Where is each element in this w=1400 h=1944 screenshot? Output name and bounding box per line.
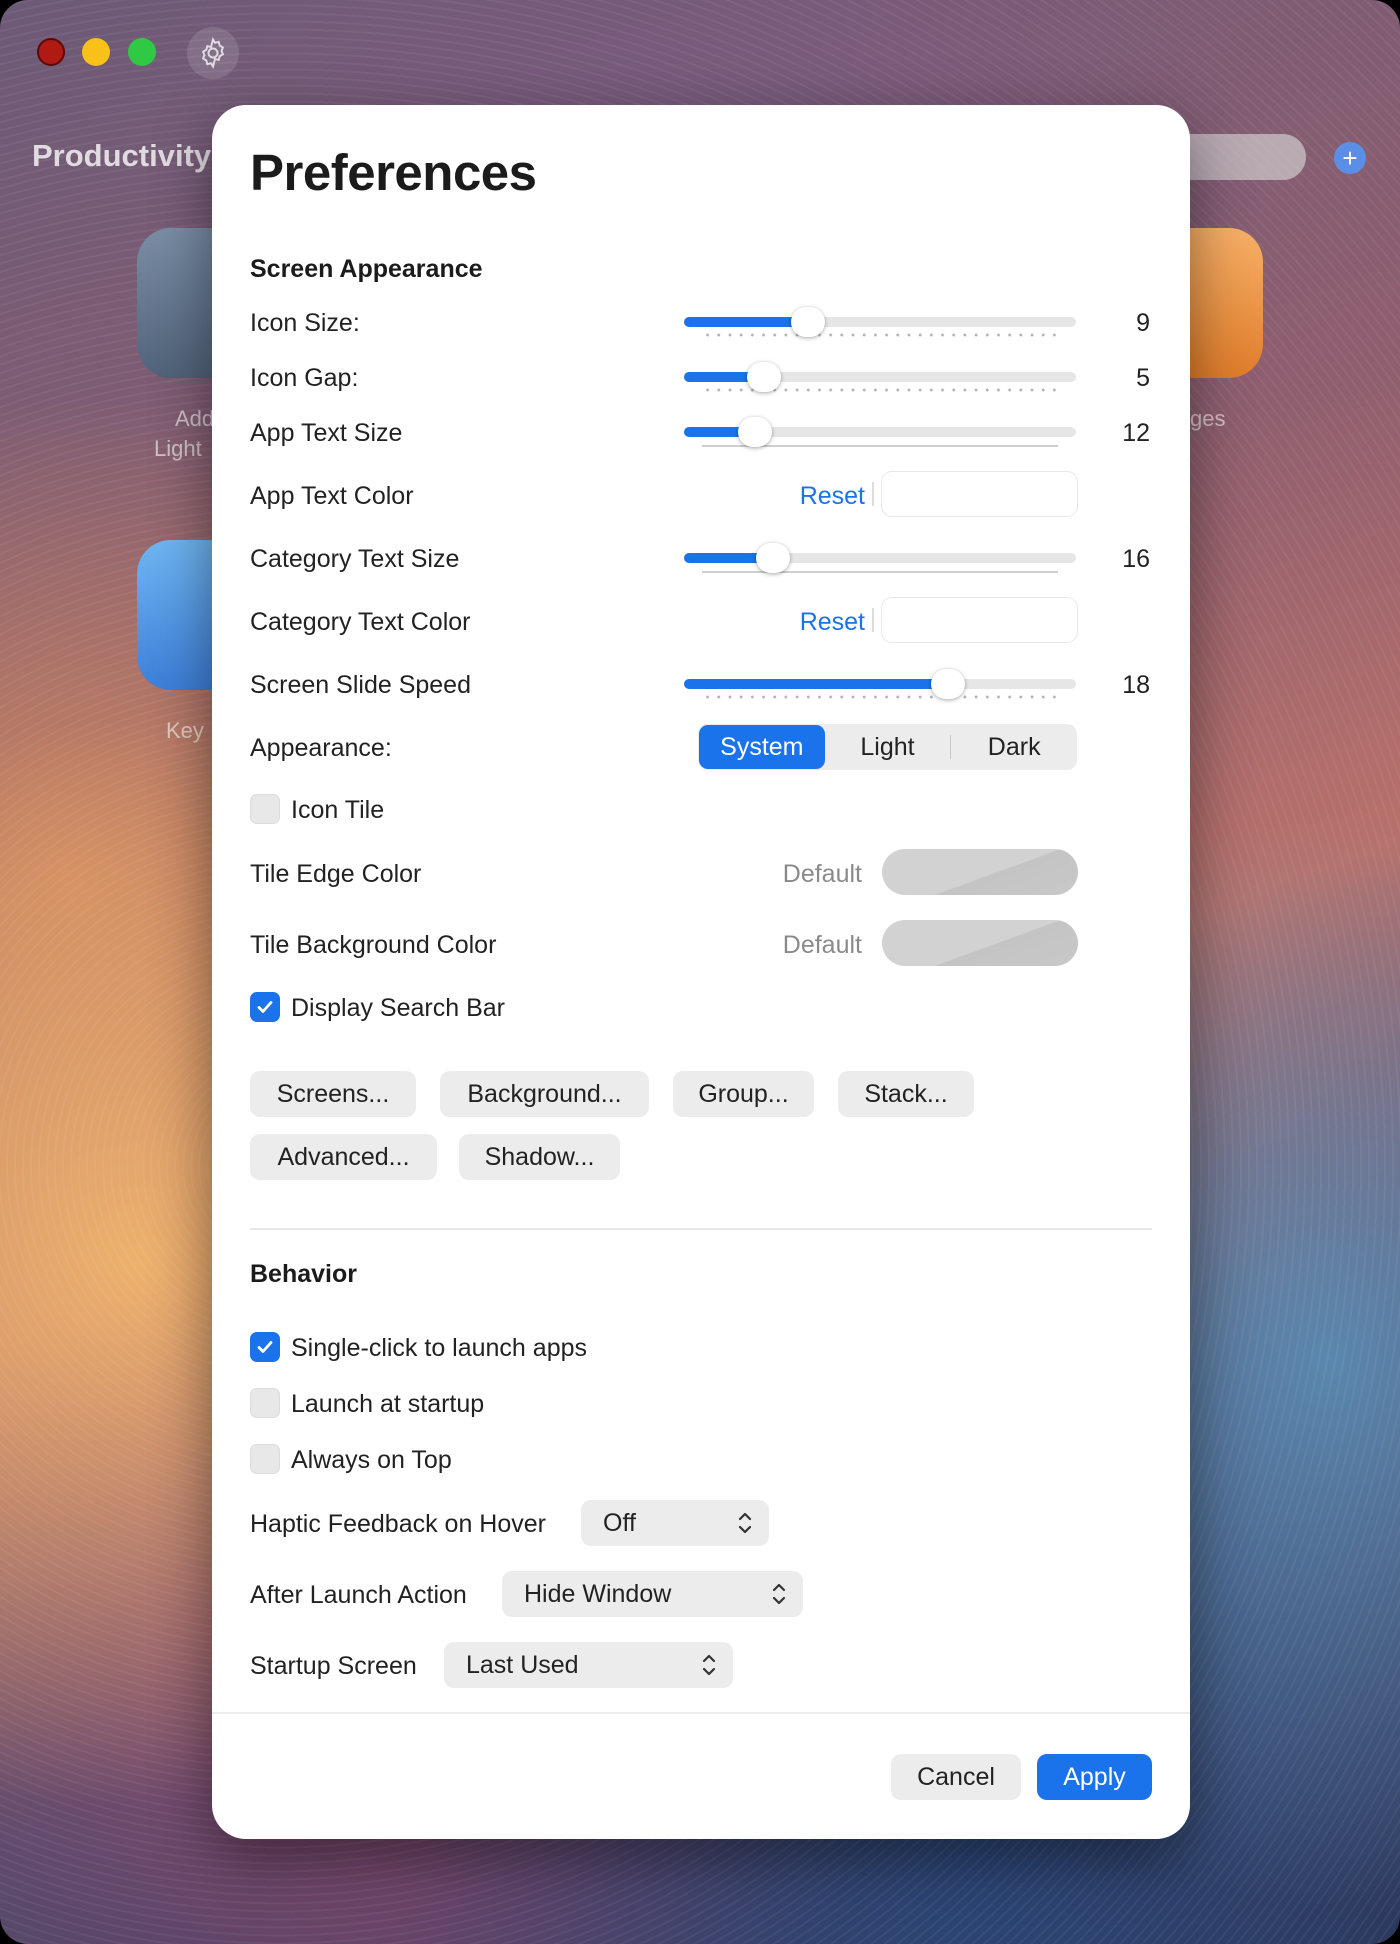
slider-thumb[interactable] bbox=[931, 669, 965, 699]
screen-slide-speed-slider[interactable] bbox=[684, 669, 1076, 701]
appearance-segmented-control[interactable]: System Light Dark bbox=[698, 724, 1077, 770]
app-label-light: Light bbox=[154, 436, 202, 461]
icon-size-slider[interactable] bbox=[684, 307, 1076, 339]
minimize-window-button[interactable] bbox=[82, 38, 110, 66]
startup-screen-value: Last Used bbox=[466, 1650, 579, 1679]
cancel-button[interactable]: Cancel bbox=[891, 1754, 1021, 1800]
apply-button[interactable]: Apply bbox=[1037, 1754, 1152, 1800]
startup-screen-label: Startup Screen bbox=[250, 1652, 417, 1680]
app-text-color-reset-button[interactable]: Reset bbox=[800, 482, 865, 511]
icon-gap-slider[interactable] bbox=[684, 362, 1076, 394]
haptic-feedback-popup[interactable]: Off bbox=[581, 1500, 769, 1546]
settings-button[interactable] bbox=[187, 27, 239, 79]
category-title: Productivity bbox=[32, 138, 212, 173]
launch-at-startup-checkbox[interactable] bbox=[250, 1388, 280, 1418]
footer-divider bbox=[212, 1712, 1190, 1714]
icon-tile-checkbox[interactable] bbox=[250, 794, 280, 824]
sheet-title: Preferences bbox=[250, 144, 537, 201]
appearance-option-system[interactable]: System bbox=[699, 725, 825, 769]
chevron-up-down-icon bbox=[702, 1654, 716, 1676]
tile-edge-color-label: Tile Edge Color bbox=[250, 860, 422, 888]
launch-at-startup-label: Launch at startup bbox=[291, 1390, 485, 1418]
tile-edge-color-well[interactable] bbox=[882, 849, 1078, 895]
category-text-size-slider[interactable] bbox=[684, 543, 1076, 575]
icon-size-label: Icon Size: bbox=[250, 309, 360, 337]
always-on-top-label: Always on Top bbox=[291, 1446, 452, 1474]
icon-gap-value: 5 bbox=[1136, 364, 1150, 392]
appearance-option-dark[interactable]: Dark bbox=[951, 725, 1077, 769]
chevron-up-down-icon bbox=[738, 1512, 752, 1534]
maximize-window-button[interactable] bbox=[128, 38, 156, 66]
category-text-color-label: Category Text Color bbox=[250, 608, 471, 636]
appearance-label: Appearance: bbox=[250, 734, 392, 762]
slider-thumb[interactable] bbox=[791, 307, 825, 337]
close-window-button[interactable] bbox=[37, 38, 65, 66]
always-on-top-checkbox[interactable] bbox=[250, 1444, 280, 1474]
single-click-checkbox[interactable] bbox=[250, 1332, 280, 1362]
background-button[interactable]: Background... bbox=[440, 1071, 649, 1117]
group-button[interactable]: Group... bbox=[673, 1071, 814, 1117]
app-text-color-label: App Text Color bbox=[250, 482, 414, 510]
category-text-size-value: 16 bbox=[1122, 545, 1150, 573]
app-label-add: Add bbox=[175, 406, 215, 431]
checkmark-icon bbox=[257, 1341, 273, 1353]
category-text-color-well[interactable] bbox=[872, 598, 1077, 642]
checkmark-icon bbox=[257, 1001, 273, 1013]
startup-screen-popup[interactable]: Last Used bbox=[444, 1642, 733, 1688]
single-click-label: Single-click to launch apps bbox=[291, 1334, 587, 1362]
icon-tile-label: Icon Tile bbox=[291, 796, 385, 824]
icon-gap-label: Icon Gap: bbox=[250, 364, 359, 392]
app-text-size-label: App Text Size bbox=[250, 419, 403, 447]
category-text-size-label: Category Text Size bbox=[250, 545, 460, 573]
display-search-bar-label: Display Search Bar bbox=[291, 994, 505, 1022]
appearance-option-light[interactable]: Light bbox=[825, 725, 951, 769]
app-text-size-slider[interactable] bbox=[684, 417, 1076, 449]
icon-size-value: 9 bbox=[1136, 309, 1150, 337]
after-launch-action-value: Hide Window bbox=[524, 1579, 672, 1608]
display-search-bar-checkbox[interactable] bbox=[250, 992, 280, 1022]
app-text-color-well[interactable] bbox=[872, 472, 1077, 516]
gear-icon bbox=[201, 37, 225, 69]
tile-edge-color-default: Default bbox=[782, 860, 862, 888]
stack-button[interactable]: Stack... bbox=[838, 1071, 974, 1117]
category-text-color-reset-button[interactable]: Reset bbox=[800, 608, 865, 637]
slider-thumb[interactable] bbox=[747, 362, 781, 392]
screen-appearance-heading: Screen Appearance bbox=[250, 255, 483, 283]
plus-icon: + bbox=[1342, 142, 1358, 173]
app-label-key: Key bbox=[166, 718, 204, 743]
preferences-sheet: Preferences Screen Appearance Icon Size:… bbox=[212, 105, 1190, 1839]
advanced-button[interactable]: Advanced... bbox=[250, 1134, 437, 1180]
slider-thumb[interactable] bbox=[756, 543, 790, 573]
behavior-heading: Behavior bbox=[250, 1260, 357, 1288]
screen-slide-speed-label: Screen Slide Speed bbox=[250, 671, 471, 699]
after-launch-action-popup[interactable]: Hide Window bbox=[502, 1571, 803, 1617]
app-label-ges: ges bbox=[1190, 406, 1226, 431]
screens-button[interactable]: Screens... bbox=[250, 1071, 416, 1117]
screen-slide-speed-value: 18 bbox=[1122, 671, 1150, 699]
add-category-button[interactable]: + bbox=[1334, 142, 1366, 174]
shadow-button[interactable]: Shadow... bbox=[459, 1134, 620, 1180]
chevron-up-down-icon bbox=[772, 1583, 786, 1605]
tile-background-color-well[interactable] bbox=[882, 920, 1078, 966]
section-divider bbox=[250, 1228, 1152, 1230]
tile-background-color-label: Tile Background Color bbox=[250, 931, 497, 959]
tile-background-color-default: Default bbox=[782, 931, 862, 959]
haptic-feedback-label: Haptic Feedback on Hover bbox=[250, 1510, 546, 1538]
haptic-feedback-value: Off bbox=[603, 1508, 636, 1537]
app-text-size-value: 12 bbox=[1122, 419, 1150, 447]
slider-thumb[interactable] bbox=[738, 417, 772, 447]
after-launch-action-label: After Launch Action bbox=[250, 1581, 467, 1609]
